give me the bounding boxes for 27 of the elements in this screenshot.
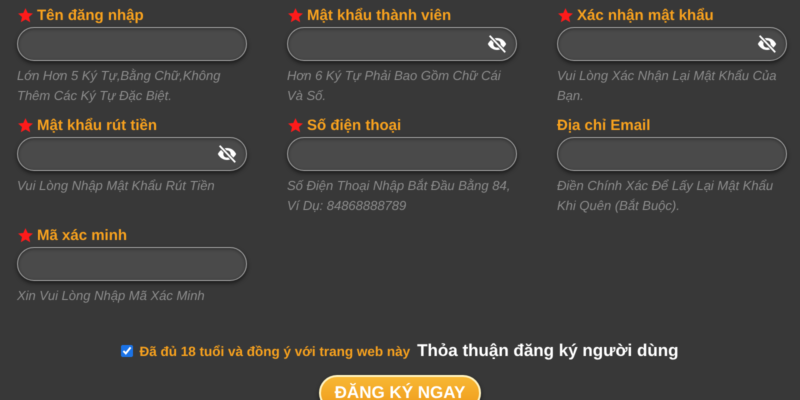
field-hint: Hơn 6 Ký Tự Phải Bao Gồm Chữ Cái Và Số. (287, 67, 502, 105)
input-field[interactable] (17, 27, 247, 61)
field-hint: Số Điện Thoại Nhập Bắt Đầu Bằng 84, Ví Dụ: 84868888789 (287, 177, 512, 215)
hidden-eye-icon[interactable] (756, 33, 778, 55)
field-hint: Xin Vui Lòng Nhập Mã Xác Minh (17, 287, 206, 305)
field-label: Mật khẩu thành viên (307, 6, 452, 24)
input-field[interactable] (287, 27, 517, 61)
field-label: Tên đăng nhập (37, 6, 144, 24)
field-hint: Điền Chính Xác Để Lấy Lại Mật Khẩu Khi Quên (Bắt Buộc). (557, 177, 774, 215)
input-field[interactable] (557, 137, 787, 171)
agreement-text: Đã đủ 18 tuổi và đồng ý với trang web này (139, 344, 410, 358)
field-label: Địa chỉ Email (557, 116, 650, 134)
input-field[interactable] (17, 137, 247, 171)
hidden-eye-icon[interactable] (216, 143, 238, 165)
field-label: Số điện thoại (307, 116, 402, 134)
input-field[interactable] (557, 27, 787, 61)
input-field[interactable] (17, 247, 247, 281)
input-field[interactable] (287, 137, 517, 171)
field-label: Mã xác minh (37, 226, 128, 244)
hidden-eye-icon[interactable] (486, 33, 508, 55)
field-label: Mật khẩu rút tiền (37, 116, 158, 134)
terms-link[interactable]: Thỏa thuận đăng ký người dùng (417, 341, 679, 361)
field-hint: Lớn Hơn 5 Ký Tự,Bằng Chữ,Không Thêm Các Ký Tự Đặc Biệt. (17, 67, 222, 105)
field-hint: Vui Lòng Nhập Mật Khẩu Rút Tiền (17, 177, 216, 195)
field-label: Xác nhận mật khẩu (577, 6, 714, 24)
agree-checkbox[interactable] (121, 345, 134, 357)
field-hint: Vui Lòng Xác Nhận Lại Mật Khẩu Của Bạn. (557, 67, 778, 105)
